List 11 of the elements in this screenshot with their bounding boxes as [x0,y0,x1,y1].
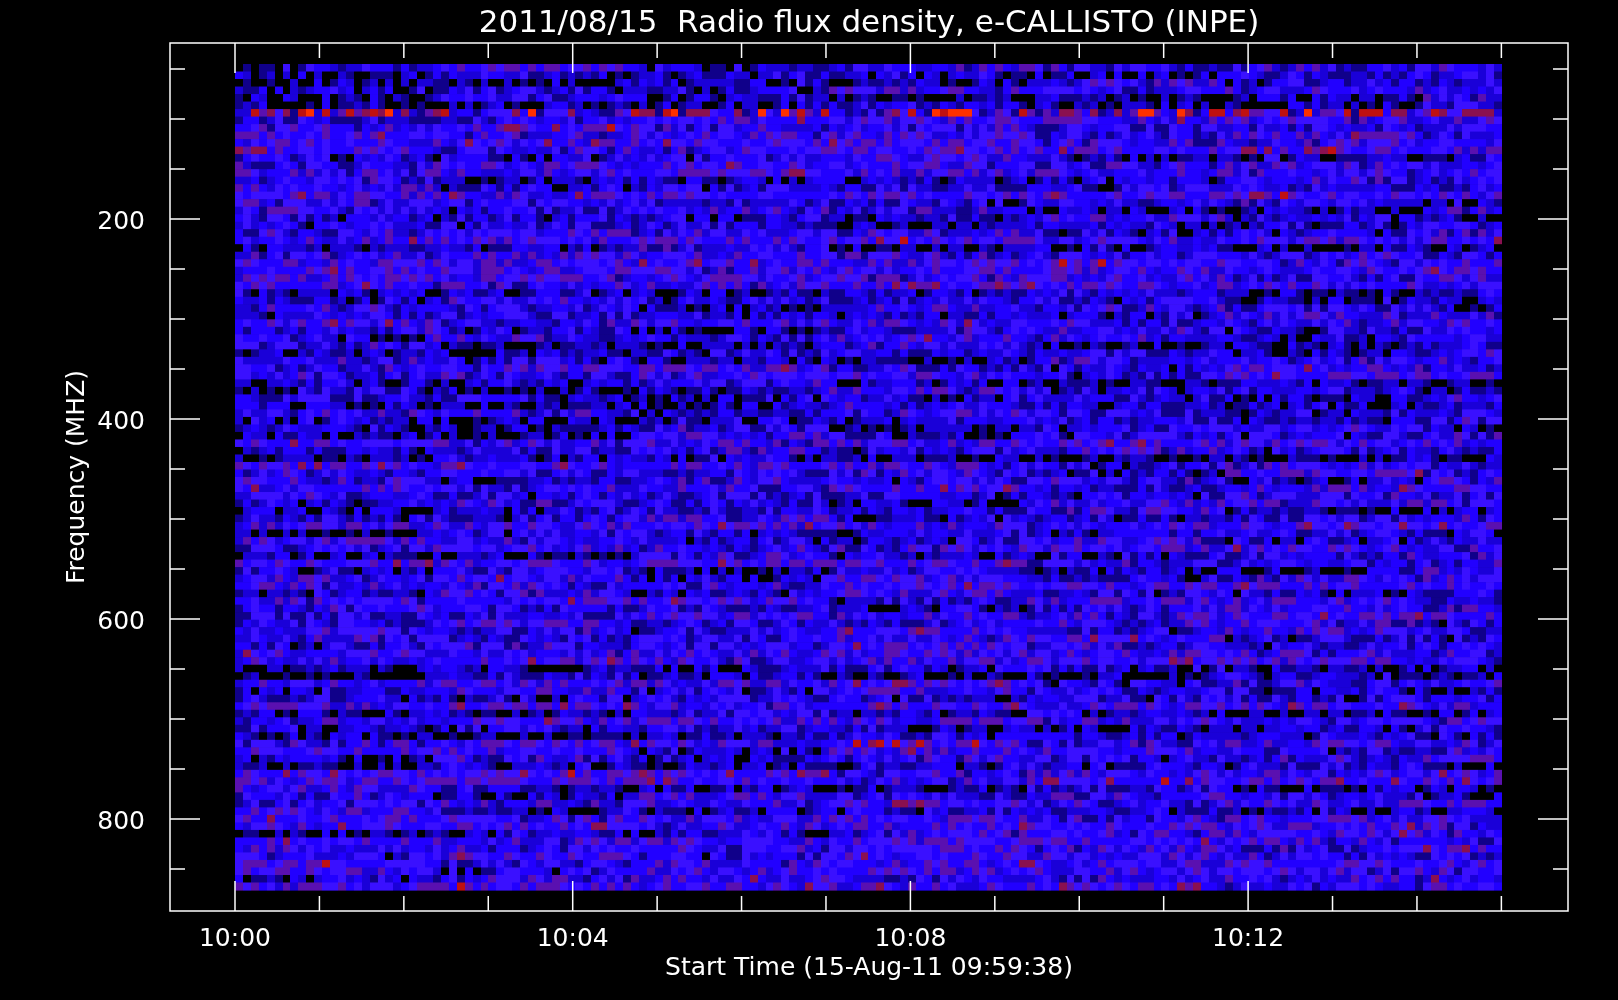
axis-label: Frequency (MHZ) [61,369,90,585]
axis-label: Start Time (15-Aug-11 09:59:38) [665,952,1073,981]
chart-title: 2011/08/15 Radio flux density, e-CALLISTO (INPE) [478,3,1260,39]
tick-label: 200 [97,206,145,235]
tick-label: 600 [97,606,145,635]
tick-label: 10:04 [536,923,609,952]
tick-label: 10:12 [1212,923,1285,952]
tick-label: 400 [97,406,145,435]
tick-label: 800 [97,806,145,835]
tick-label: 10:08 [874,923,947,952]
tick-label: 10:00 [199,923,271,952]
